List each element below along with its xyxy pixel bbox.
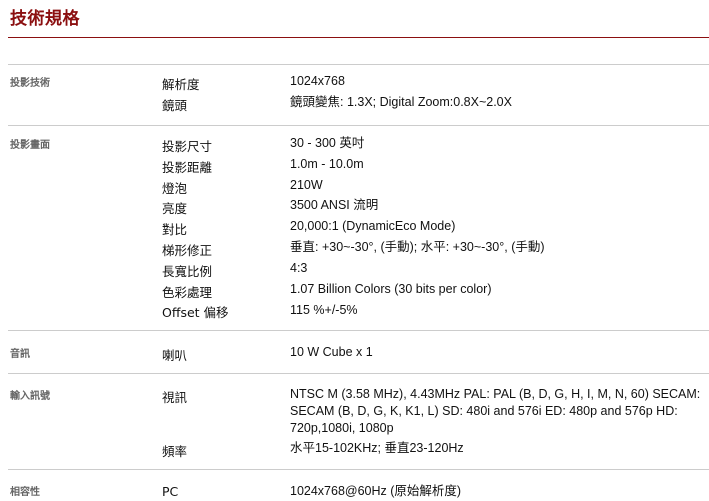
- spec-value-throw-distance: 1.0m - 10.0m: [290, 157, 364, 171]
- spec-value-aspect-ratio: 4:3: [290, 261, 308, 275]
- spec-value-contrast: 20,000:1 (DynamicEco Mode): [290, 219, 456, 233]
- spec-label-color-processing: 色彩處理: [162, 285, 213, 300]
- spec-label-screen-size: 投影尺寸: [162, 139, 213, 154]
- spec-label-frequency: 頻率: [162, 444, 188, 459]
- spec-value-frequency: 水平15-102KHz; 垂直23-120Hz: [290, 441, 464, 455]
- spec-label-video: 視訊: [162, 390, 188, 405]
- spec-label-lens: 鏡頭: [162, 98, 188, 113]
- category-audio: 音訊: [10, 349, 30, 360]
- page-title: 技術規格: [10, 9, 80, 29]
- spec-value-brightness: 3500 ANSI 流明: [290, 198, 379, 212]
- spec-label-resolution: 解析度: [162, 77, 200, 92]
- spec-label-speaker: 喇叭: [162, 348, 188, 363]
- spec-label-pc: PC: [162, 484, 179, 499]
- spec-label-contrast: 對比: [162, 222, 188, 237]
- spec-value-offset: 115 %+/-5%: [290, 303, 358, 317]
- spec-label-brightness: 亮度: [162, 201, 188, 216]
- spec-label-throw-distance: 投影距離: [162, 160, 213, 175]
- spec-label-lamp: 燈泡: [162, 181, 188, 196]
- category-projection-screen: 投影畫面: [10, 140, 50, 151]
- section-divider: [8, 330, 709, 331]
- category-input-signal: 輸入訊號: [10, 391, 50, 402]
- spec-value-color-processing: 1.07 Billion Colors (30 bits per color): [290, 282, 492, 296]
- section-divider: [8, 373, 709, 374]
- spec-value-lens: 鏡頭變焦: 1.3X; Digital Zoom:0.8X~2.0X: [290, 95, 512, 109]
- spec-value-video: NTSC M (3.58 MHz), 4.43MHz PAL: PAL (B, …: [290, 387, 701, 435]
- title-divider: [8, 37, 709, 38]
- spec-value-keystone: 垂直: +30~-30°, (手動); 水平: +30~-30°, (手動): [290, 240, 545, 254]
- spec-label-keystone: 梯形修正: [162, 243, 213, 258]
- spec-value-resolution: 1024x768: [290, 74, 345, 88]
- spec-value-speaker: 10 W Cube x 1: [290, 345, 373, 359]
- spec-value-screen-size: 30 - 300 英吋: [290, 136, 365, 150]
- category-projection-tech: 投影技術: [10, 78, 50, 89]
- spec-label-offset: Offset 偏移: [162, 305, 229, 320]
- category-compatibility: 相容性: [10, 487, 40, 498]
- spec-value-pc: 1024x768@60Hz (原始解析度): [290, 484, 462, 498]
- spec-value-lamp: 210W: [290, 178, 323, 192]
- spec-label-aspect-ratio: 長寬比例: [162, 264, 213, 279]
- section-divider: [8, 64, 709, 65]
- section-divider: [8, 125, 709, 126]
- section-divider: [8, 469, 709, 470]
